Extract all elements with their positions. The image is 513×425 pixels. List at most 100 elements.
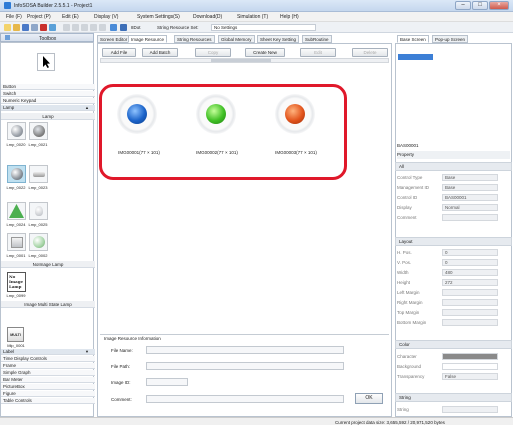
delete-button[interactable]: Delete bbox=[352, 48, 388, 57]
lamp-thumb-lmp0020[interactable] bbox=[7, 122, 26, 140]
property-section-string[interactable]: String bbox=[395, 393, 512, 402]
property-value[interactable]: 0 bbox=[442, 249, 498, 256]
toolbox-category-switch[interactable]: Switch bbox=[1, 91, 95, 97]
lamp-thumb-lmp0001[interactable] bbox=[7, 233, 26, 251]
cut-icon[interactable] bbox=[63, 24, 70, 31]
toolbox-category-table-controls[interactable]: Table Controls bbox=[1, 398, 95, 404]
copy-icon[interactable] bbox=[72, 24, 79, 31]
property-value[interactable]: 0 bbox=[442, 259, 498, 266]
menu-edit[interactable]: Edit (E) bbox=[62, 14, 79, 20]
copy-button[interactable]: Copy bbox=[195, 48, 231, 57]
app-icon bbox=[4, 2, 11, 9]
property-value[interactable]: 272 bbox=[442, 279, 498, 286]
property-value[interactable]: Base bbox=[442, 184, 498, 191]
comment-field[interactable] bbox=[146, 395, 344, 403]
property-section-all[interactable]: All bbox=[395, 162, 512, 171]
toolbox-category-lamp[interactable]: Lamp ▲ bbox=[1, 105, 95, 111]
tab-string-resources[interactable]: String Resources bbox=[174, 35, 215, 43]
properties-icon[interactable] bbox=[49, 24, 56, 31]
file-name-label: File Name: bbox=[111, 348, 133, 353]
collapse-down-icon[interactable]: ▼ bbox=[85, 349, 89, 355]
multi-state-lamp-thumb[interactable]: MULTI bbox=[7, 327, 24, 342]
horizontal-scrollbar[interactable] bbox=[100, 58, 389, 63]
menu-simulation[interactable]: Simulation (T) bbox=[237, 14, 268, 20]
property-value[interactable] bbox=[442, 319, 498, 326]
toolbox-category-label[interactable]: Label ▼ bbox=[1, 349, 95, 355]
toolbox-category-time-display[interactable]: Time Display Controls bbox=[1, 356, 95, 362]
property-value[interactable]: Normal bbox=[442, 204, 498, 211]
redo-icon[interactable] bbox=[99, 24, 106, 31]
menu-project[interactable]: Project (P) bbox=[27, 14, 51, 20]
create-new-button[interactable]: Create New bbox=[245, 48, 285, 57]
file-name-field[interactable] bbox=[146, 346, 344, 354]
property-value[interactable] bbox=[442, 299, 498, 306]
menu-file[interactable]: File (F) bbox=[6, 14, 22, 20]
save-icon[interactable] bbox=[22, 24, 29, 31]
maximize-button[interactable]: □ bbox=[472, 1, 488, 10]
color-swatch-background[interactable] bbox=[442, 363, 498, 370]
multi-state-lamp-title: Image Multi State Lamp bbox=[1, 301, 95, 308]
grid-icon[interactable] bbox=[110, 24, 117, 31]
edit-button[interactable]: Edit bbox=[300, 48, 336, 57]
toolbox-category-figure[interactable]: Figure bbox=[1, 391, 95, 397]
lamp-label: Lmp_0020 bbox=[6, 142, 26, 147]
tab-sheet-key-setting[interactable]: Sheet Key Setting bbox=[257, 35, 300, 43]
zoom-icon[interactable] bbox=[120, 24, 127, 31]
close-button[interactable]: × bbox=[489, 1, 509, 10]
property-value[interactable] bbox=[442, 289, 498, 296]
toolbox-category-numeric-keypad[interactable]: Numeric Keypad bbox=[1, 98, 95, 104]
property-label: Bottom Margin bbox=[397, 320, 427, 325]
tab-global-memory[interactable]: Global Memory bbox=[218, 35, 255, 43]
menu-display[interactable]: Display (V) bbox=[94, 14, 118, 20]
lamp-thumb-lmp0022[interactable] bbox=[7, 165, 26, 183]
open-folder-icon[interactable] bbox=[13, 24, 20, 31]
tab-base-screen[interactable]: Base Screen bbox=[397, 35, 429, 43]
add-batch-button[interactable]: Add Batch bbox=[142, 48, 178, 57]
add-file-button[interactable]: Add File bbox=[102, 48, 136, 57]
image-id-field[interactable] bbox=[146, 378, 188, 386]
pointer-tool[interactable] bbox=[37, 53, 55, 71]
property-section-layout[interactable]: Layout bbox=[395, 237, 512, 246]
property-value[interactable]: 480 bbox=[442, 269, 498, 276]
toolbox-category-simple-graph[interactable]: Simple Graph bbox=[1, 370, 95, 376]
property-value[interactable] bbox=[442, 406, 498, 413]
window-icon[interactable] bbox=[31, 24, 38, 31]
property-section-color[interactable]: Color bbox=[395, 340, 512, 349]
paste-icon[interactable] bbox=[81, 24, 88, 31]
property-value[interactable]: Base bbox=[442, 174, 498, 181]
lamp-thumb-lmp0021[interactable] bbox=[29, 122, 48, 140]
triangle-lamp-icon bbox=[9, 204, 24, 218]
tab-image-resource[interactable]: Image Resource bbox=[128, 35, 168, 43]
tab-subroutine[interactable]: SubRoutine bbox=[302, 35, 332, 43]
property-value[interactable] bbox=[442, 309, 498, 316]
file-path-field[interactable] bbox=[146, 362, 344, 370]
toolbox-category-picturebox[interactable]: PictureBox bbox=[1, 384, 95, 390]
tab-popup-screen[interactable]: Pop-up Screen bbox=[432, 35, 469, 43]
undo-icon[interactable] bbox=[90, 24, 97, 31]
menu-help[interactable]: Help (H) bbox=[280, 14, 299, 20]
color-swatch-character[interactable] bbox=[442, 353, 498, 360]
noimage-lamp-thumb[interactable]: No Image Lamp bbox=[7, 272, 26, 292]
toolbox-category-button[interactable]: Button bbox=[1, 84, 95, 90]
new-file-icon[interactable] bbox=[4, 24, 11, 31]
menu-system-settings[interactable]: System Settings(S) bbox=[137, 14, 180, 20]
scrollbar-thumb[interactable] bbox=[211, 59, 271, 62]
string-resource-select[interactable]: No Settings bbox=[211, 24, 316, 31]
ok-button[interactable]: OK bbox=[355, 393, 383, 404]
minimize-button[interactable]: – bbox=[455, 1, 471, 10]
comment-label: Comment: bbox=[111, 397, 132, 402]
screen-list-selected-item[interactable] bbox=[398, 54, 433, 60]
lamp-thumb-lmp0002[interactable] bbox=[29, 233, 48, 251]
tab-screen-editor[interactable]: Screen Editor bbox=[97, 35, 131, 43]
toolbox-category-frame[interactable]: Frame bbox=[1, 363, 95, 369]
lamp-thumb-lmp0024[interactable] bbox=[7, 202, 26, 220]
property-value[interactable] bbox=[442, 214, 498, 221]
delete-icon[interactable] bbox=[40, 24, 47, 31]
property-value[interactable]: False bbox=[442, 373, 498, 380]
lamp-thumb-lmp0025[interactable] bbox=[29, 202, 48, 220]
toolbox-category-bar-meter[interactable]: Bar Meter bbox=[1, 377, 95, 383]
property-value[interactable]: BAS00001 bbox=[442, 194, 498, 201]
lamp-thumb-lmp0023[interactable] bbox=[29, 165, 48, 183]
menu-download[interactable]: Download(D) bbox=[193, 14, 222, 20]
collapse-up-icon[interactable]: ▲ bbox=[85, 105, 89, 111]
